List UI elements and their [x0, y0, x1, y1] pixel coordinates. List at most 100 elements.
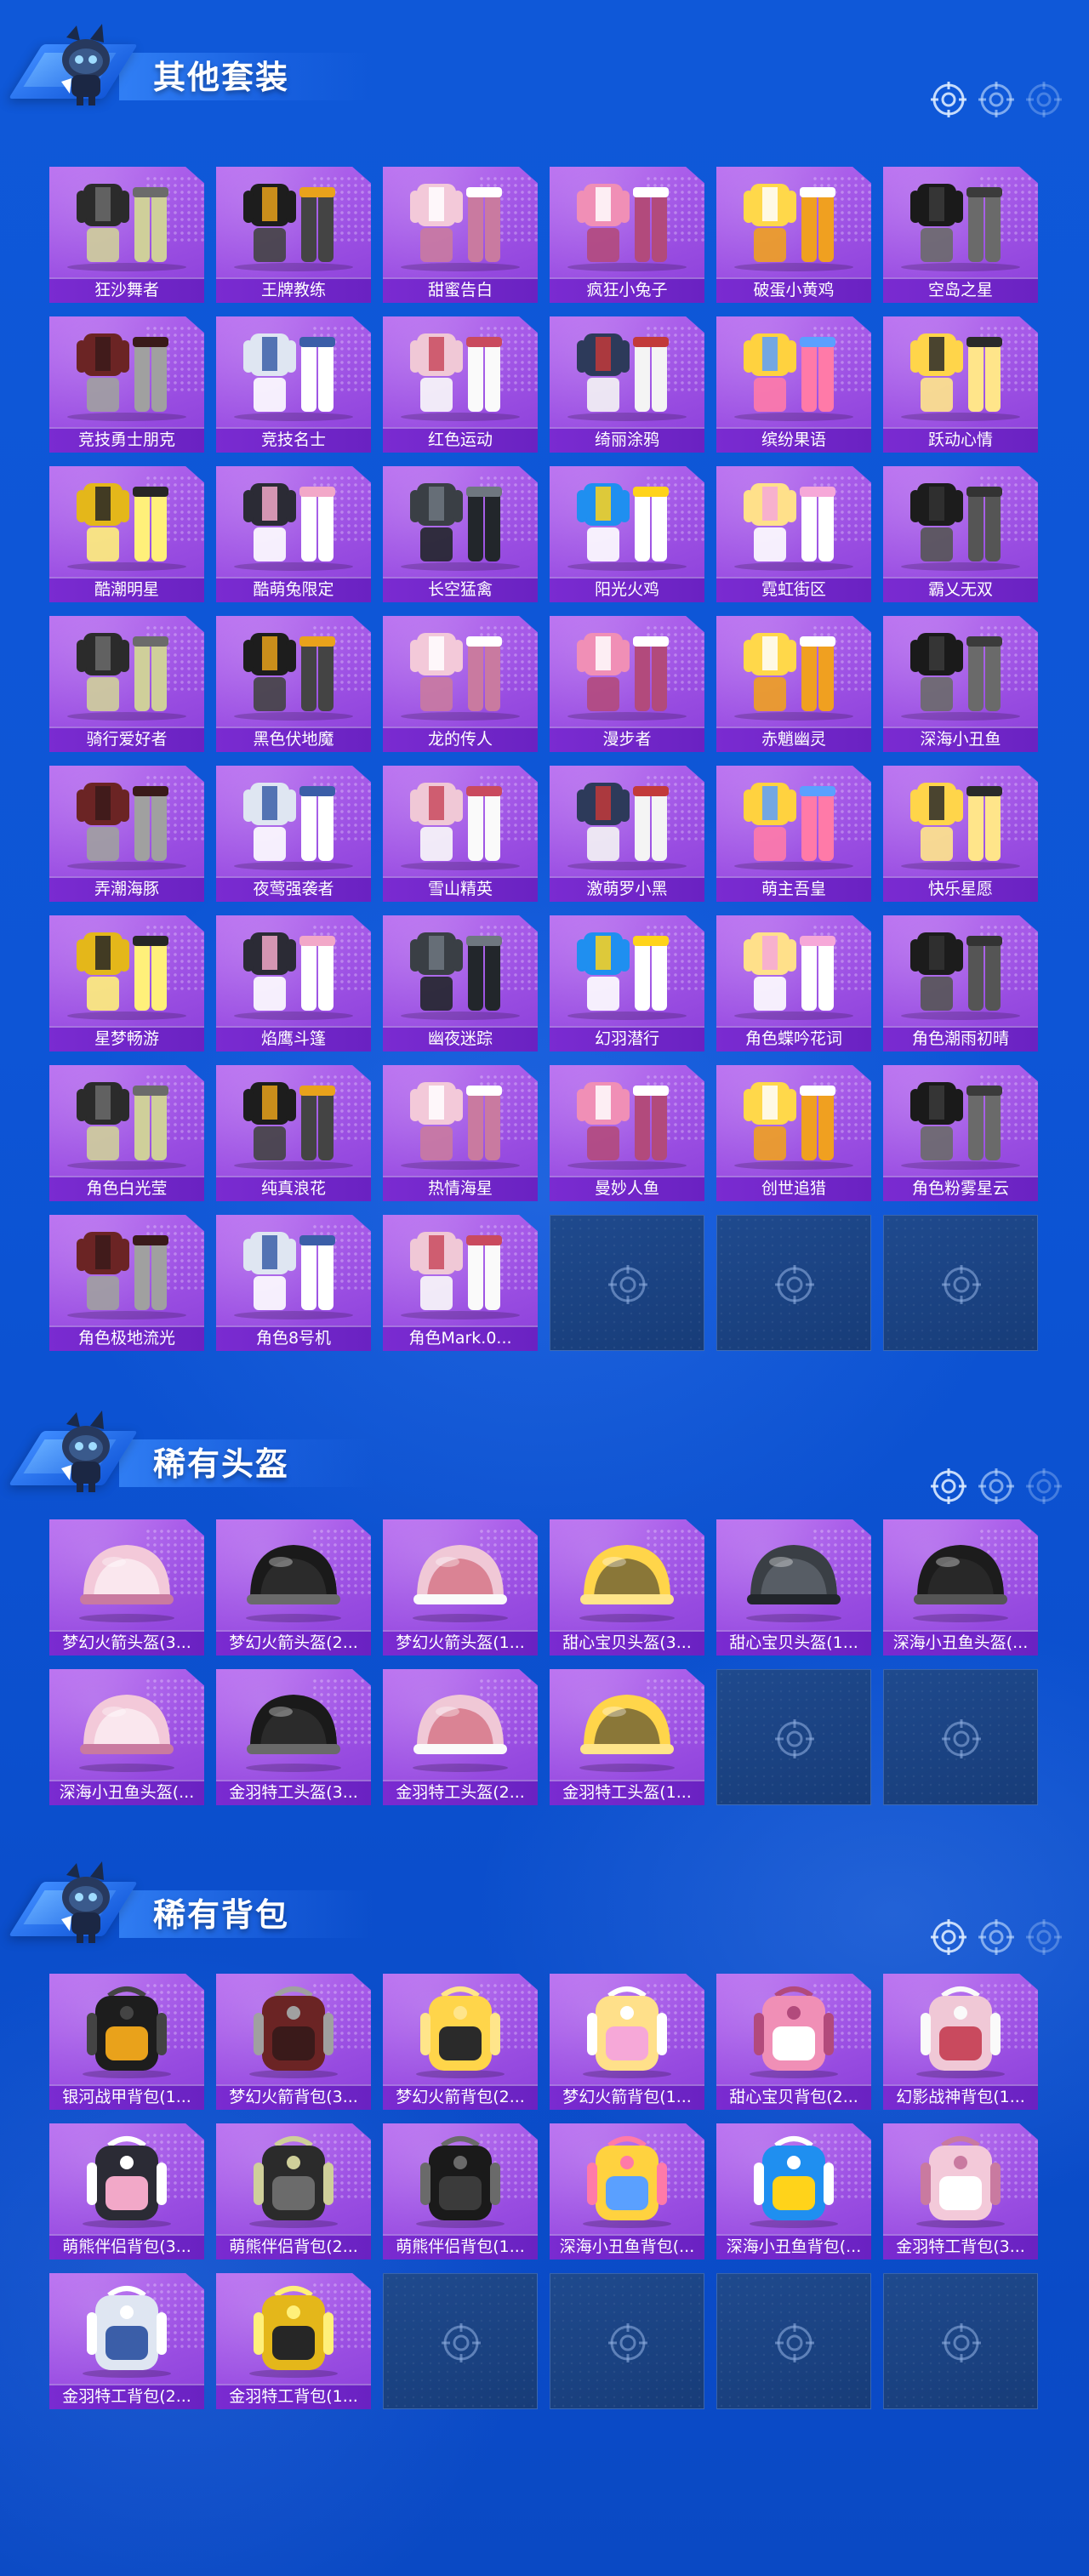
item-card[interactable]: 深海小丑鱼头盔(...: [883, 1519, 1038, 1656]
item-label: 角色8号机: [216, 1325, 371, 1351]
item-card[interactable]: 角色白光莹: [49, 1065, 204, 1201]
item-label: 角色潮雨初晴: [883, 1026, 1038, 1051]
item-card[interactable]: 梦幻火箭背包(3...: [216, 1974, 371, 2110]
item-card[interactable]: 梦幻火箭头盔(1...: [383, 1519, 538, 1656]
item-card[interactable]: 破蛋小黄鸡: [716, 167, 871, 303]
outfit-image: [401, 1232, 520, 1319]
item-card[interactable]: 疯狂小兔子: [550, 167, 704, 303]
item-card[interactable]: 金羽特工背包(1...: [216, 2273, 371, 2409]
outfit-image: [734, 783, 853, 870]
item-card[interactable]: 角色粉雾星云: [883, 1065, 1038, 1201]
item-card[interactable]: 王牌教练: [216, 167, 371, 303]
item-card[interactable]: 金羽特工背包(2...: [49, 2273, 204, 2409]
item-card[interactable]: 绮丽涂鸦: [550, 316, 704, 453]
item-card[interactable]: 赤魈幽灵: [716, 616, 871, 752]
item-card[interactable]: 曼妙人鱼: [550, 1065, 704, 1201]
item-card[interactable]: 甜蜜告白: [383, 167, 538, 303]
item-card[interactable]: 幻影战神背包(1...: [883, 1974, 1038, 2110]
section-header: 其他套装: [0, 0, 1089, 117]
item-card[interactable]: 弄潮海豚: [49, 766, 204, 902]
item-card[interactable]: 创世追猎: [716, 1065, 871, 1201]
item-card[interactable]: 幽夜迷踪: [383, 915, 538, 1051]
item-card[interactable]: 快乐星愿: [883, 766, 1038, 902]
item-card[interactable]: 热情海星: [383, 1065, 538, 1201]
item-card[interactable]: 甜心宝贝头盔(1...: [716, 1519, 871, 1656]
item-card[interactable]: 星梦畅游: [49, 915, 204, 1051]
section-rare-helmets: 稀有头盔 梦幻火箭头盔(3... 梦幻火箭头盔(2... 梦幻火箭头盔(1...: [0, 1387, 1089, 1821]
item-card[interactable]: 金羽特工头盔(1...: [550, 1669, 704, 1805]
item-label: 萌熊伴侣背包(1...: [383, 2234, 538, 2260]
outfit-image: [67, 783, 186, 870]
item-card[interactable]: 酷萌兔限定: [216, 466, 371, 602]
item-label: 梦幻火箭头盔(3...: [49, 1630, 204, 1656]
item-card[interactable]: 角色Mark.0...: [383, 1215, 538, 1351]
item-card[interactable]: 梦幻火箭背包(1...: [550, 1974, 704, 2110]
item-card[interactable]: 深海小丑鱼背包(...: [716, 2123, 871, 2260]
item-card[interactable]: 红色运动: [383, 316, 538, 453]
outfit-image: [734, 633, 853, 721]
outfit-image: [567, 483, 687, 571]
item-card[interactable]: 萌熊伴侣背包(1...: [383, 2123, 538, 2260]
item-card[interactable]: 梦幻火箭背包(2...: [383, 1974, 538, 2110]
item-label: 甜心宝贝头盔(1...: [716, 1630, 871, 1656]
mascot-icon: [61, 24, 110, 105]
item-card[interactable]: 金羽特工头盔(2...: [383, 1669, 538, 1805]
backpack-image: [416, 2136, 505, 2228]
item-card[interactable]: 深海小丑鱼背包(...: [550, 2123, 704, 2260]
helmet-image: [913, 1545, 1008, 1622]
item-label: 深海小丑鱼头盔(...: [49, 1780, 204, 1805]
item-card[interactable]: 深海小丑鱼: [883, 616, 1038, 752]
item-card[interactable]: 金羽特工背包(3...: [883, 2123, 1038, 2260]
item-card[interactable]: 角色潮雨初晴: [883, 915, 1038, 1051]
item-card[interactable]: 梦幻火箭头盔(3...: [49, 1519, 204, 1656]
empty-slot: [883, 1669, 1038, 1805]
item-card[interactable]: 竞技名士: [216, 316, 371, 453]
item-card[interactable]: 角色蝶吟花词: [716, 915, 871, 1051]
item-card[interactable]: 梦幻火箭头盔(2...: [216, 1519, 371, 1656]
item-card[interactable]: 骑行爱好者: [49, 616, 204, 752]
item-card[interactable]: 阳光火鸡: [550, 466, 704, 602]
item-card[interactable]: 霓虹街区: [716, 466, 871, 602]
item-label: 萌主吾皇: [716, 876, 871, 902]
item-label: 骑行爱好者: [49, 727, 204, 752]
item-card[interactable]: 激萌罗小黑: [550, 766, 704, 902]
item-card[interactable]: 跃动心情: [883, 316, 1038, 453]
outfit-image: [234, 633, 353, 721]
item-card[interactable]: 空岛之星: [883, 167, 1038, 303]
item-card[interactable]: 甜心宝贝背包(2...: [716, 1974, 871, 2110]
outfit-image: [67, 1082, 186, 1170]
item-label: 深海小丑鱼头盔(...: [883, 1630, 1038, 1656]
crosshair-icon: [931, 82, 966, 117]
item-card[interactable]: 萌熊伴侣背包(3...: [49, 2123, 204, 2260]
item-card[interactable]: 缤纷果语: [716, 316, 871, 453]
item-label: 竞技勇士朋克: [49, 427, 204, 453]
item-card[interactable]: 萌熊伴侣背包(2...: [216, 2123, 371, 2260]
item-card[interactable]: 深海小丑鱼头盔(...: [49, 1669, 204, 1805]
item-card[interactable]: 霸乂无双: [883, 466, 1038, 602]
item-card[interactable]: 黑色伏地魔: [216, 616, 371, 752]
item-card[interactable]: 长空猛禽: [383, 466, 538, 602]
outfit-image: [567, 633, 687, 721]
item-card[interactable]: 甜心宝贝头盔(3...: [550, 1519, 704, 1656]
item-card[interactable]: 角色8号机: [216, 1215, 371, 1351]
item-label: 曼妙人鱼: [550, 1176, 704, 1201]
item-card[interactable]: 雪山精英: [383, 766, 538, 902]
item-card[interactable]: 酷潮明星: [49, 466, 204, 602]
item-card[interactable]: 萌主吾皇: [716, 766, 871, 902]
backpack-image: [583, 1986, 671, 2078]
item-card[interactable]: 夜莺强袭者: [216, 766, 371, 902]
item-card[interactable]: 角色极地流光: [49, 1215, 204, 1351]
item-card[interactable]: 纯真浪花: [216, 1065, 371, 1201]
item-card[interactable]: 漫步者: [550, 616, 704, 752]
outfit-image: [901, 1082, 1020, 1170]
item-card[interactable]: 幻羽潜行: [550, 915, 704, 1051]
outfit-image: [67, 184, 186, 271]
empty-slot: [550, 1215, 704, 1351]
item-card[interactable]: 竞技勇士朋克: [49, 316, 204, 453]
helmet-image: [413, 1695, 508, 1772]
item-card[interactable]: 焰鹰斗篷: [216, 915, 371, 1051]
item-card[interactable]: 银河战甲背包(1...: [49, 1974, 204, 2110]
item-card[interactable]: 龙的传人: [383, 616, 538, 752]
item-card[interactable]: 狂沙舞者: [49, 167, 204, 303]
item-card[interactable]: 金羽特工头盔(3...: [216, 1669, 371, 1805]
